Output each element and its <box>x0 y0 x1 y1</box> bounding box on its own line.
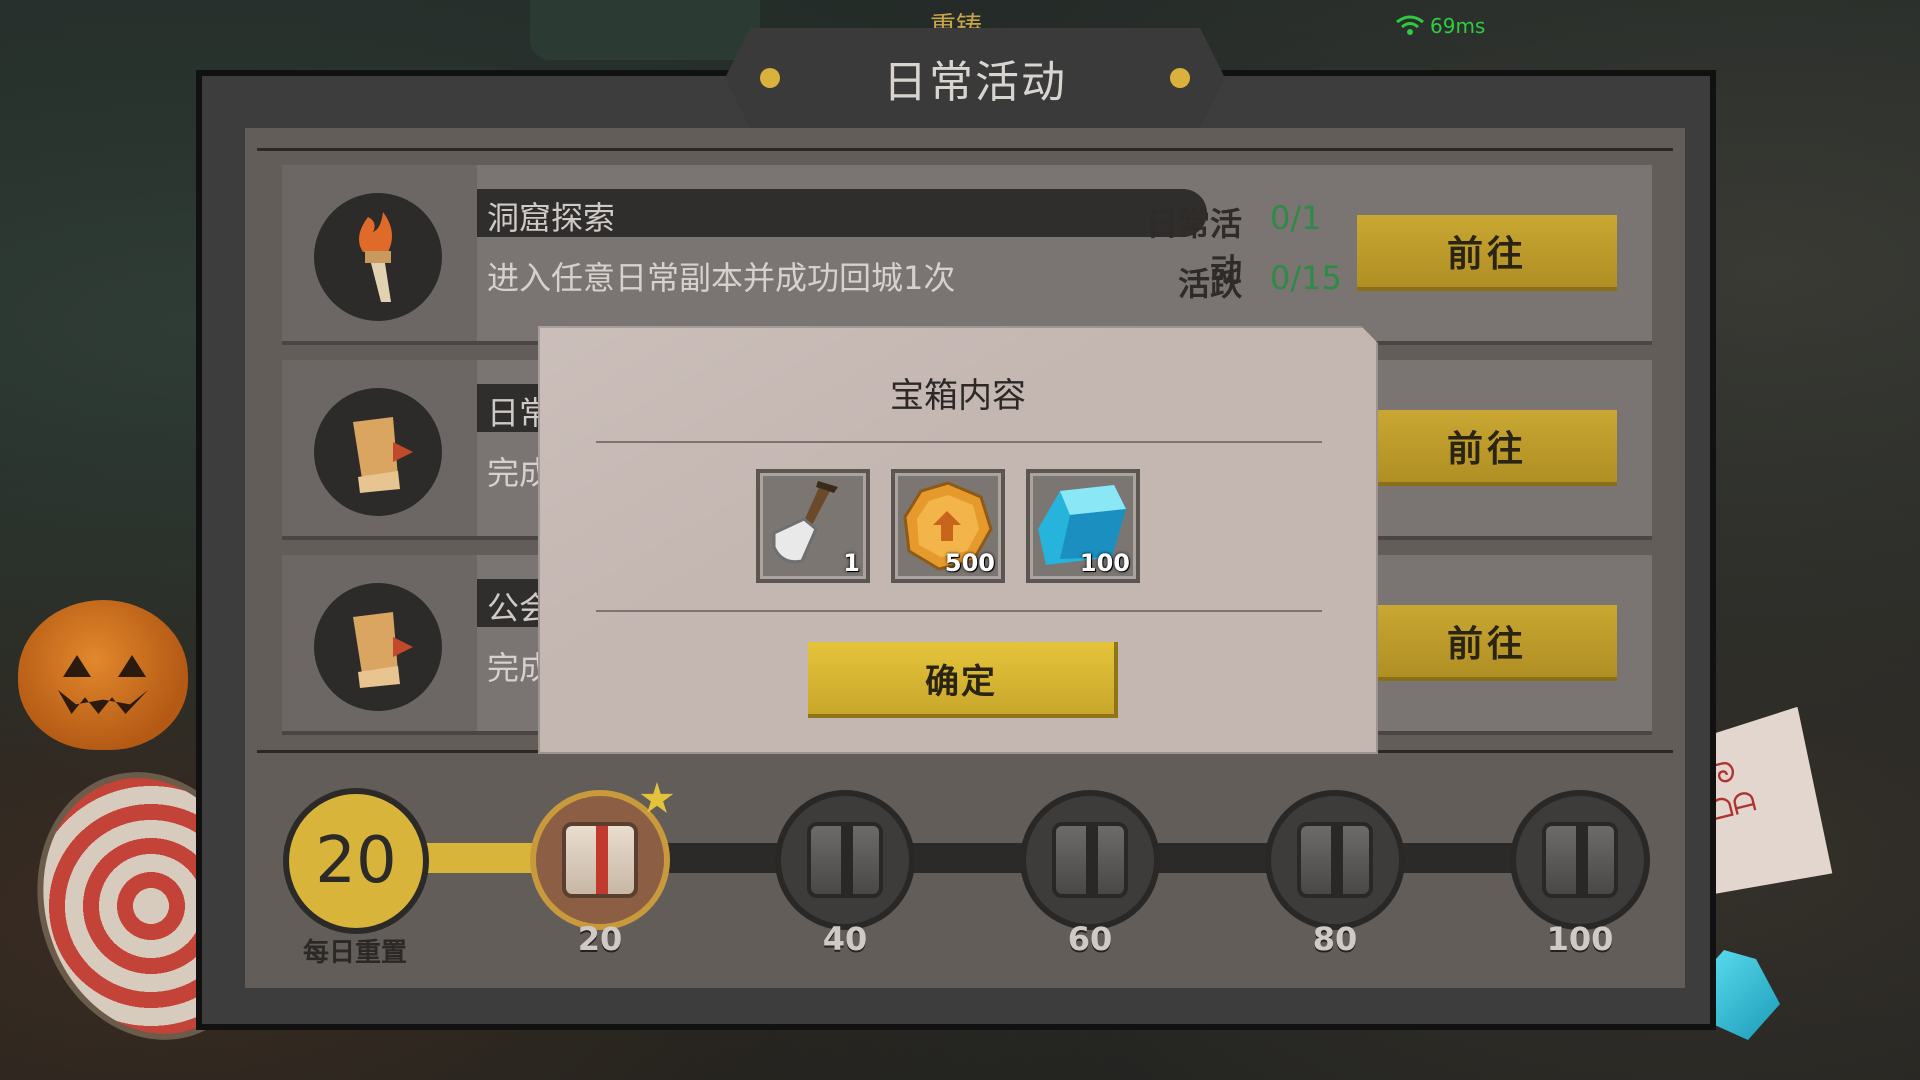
milestone-label: 60 <box>1067 920 1113 958</box>
stat-label: 活跃 <box>1177 265 1242 303</box>
current-activity-counter: 20 <box>283 788 429 934</box>
go-button[interactable]: 前往 <box>1357 215 1617 291</box>
divider <box>596 610 1322 612</box>
go-button[interactable]: 前往 <box>1357 410 1617 486</box>
title-plate: 日常活动 <box>725 28 1225 128</box>
reward-item[interactable]: 100 <box>1026 469 1140 583</box>
task-desc: 进入任意日常副本并成功回城1次 <box>487 259 956 297</box>
page-title: 日常活动 <box>883 57 1067 108</box>
dialog-title: 宝箱内容 <box>890 376 1026 416</box>
stat-value: 0/1 <box>1270 199 1322 237</box>
scroll-icon <box>314 583 442 711</box>
locked-chest-icon <box>1052 822 1128 898</box>
title-dot-right <box>1170 68 1190 88</box>
daily-reset-label: 每日重置 <box>302 938 407 968</box>
top-character-icon <box>530 0 760 60</box>
torch-icon <box>314 193 442 321</box>
stat-value: 0/15 <box>1270 259 1342 297</box>
pumpkin-decoration-icon <box>18 600 188 750</box>
locked-chest-icon <box>1542 822 1618 898</box>
confirm-button[interactable]: 确定 <box>808 642 1118 718</box>
task-name: 洞窟探索 <box>487 199 616 237</box>
go-button[interactable]: 前往 <box>1357 605 1617 681</box>
reward-item[interactable]: 500 <box>891 469 1005 583</box>
milestone-chest-100[interactable] <box>1510 790 1650 930</box>
locked-chest-icon <box>807 822 883 898</box>
task-icon-area <box>282 555 477 731</box>
wifi-icon <box>1396 15 1424 35</box>
item-quantity: 100 <box>1079 549 1130 577</box>
locked-chest-icon <box>1297 822 1373 898</box>
title-dot-left <box>760 68 780 88</box>
task-icon-area <box>282 165 477 341</box>
milestone-label: 20 <box>577 920 623 958</box>
milestone-label: 100 <box>1546 920 1614 958</box>
divider <box>596 441 1322 443</box>
item-quantity: 500 <box>944 549 995 577</box>
milestone-chest-80[interactable] <box>1265 790 1405 930</box>
milestone-label: 80 <box>1312 920 1358 958</box>
milestone-chest-60[interactable] <box>1020 790 1160 930</box>
milestone-label: 40 <box>822 920 868 958</box>
reward-item[interactable]: 1 <box>756 469 870 583</box>
ping-indicator: 69ms <box>1430 14 1486 38</box>
milestone-chest-40[interactable] <box>775 790 915 930</box>
chest-contents-dialog: 宝箱内容 1 500 100 确定 <box>538 326 1378 754</box>
task-row: 洞窟探索 进入任意日常副本并成功回城1次 日常活动 0/1 活跃 0/15 前往 <box>282 165 1652 345</box>
gift-chest-icon <box>562 822 638 898</box>
item-quantity: 1 <box>843 549 860 577</box>
scroll-icon <box>314 388 442 516</box>
task-icon-area <box>282 360 477 536</box>
